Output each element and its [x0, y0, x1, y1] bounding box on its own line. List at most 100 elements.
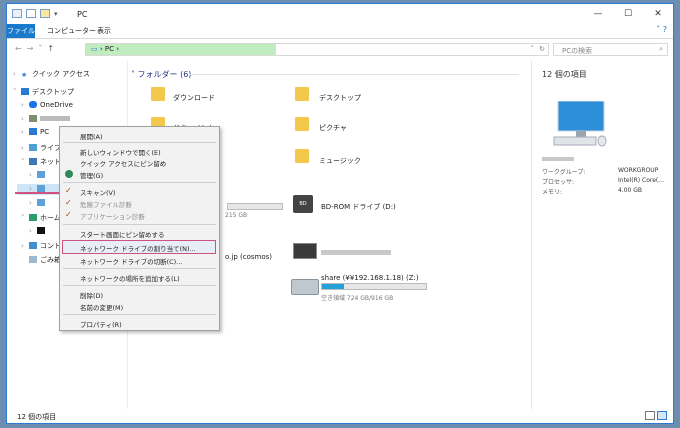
details-pane: 12 個の項目 ワークグループ: WORKGROUP プロセッサ: Intel(…	[531, 61, 675, 409]
local-drive-usage-bar	[227, 203, 283, 210]
nav-recycle-bin[interactable]: ごみ箱	[21, 255, 61, 265]
nav-onedrive[interactable]: › OneDrive	[21, 101, 73, 109]
menu-map-network-drive[interactable]: ネットワーク ドライブの割り当て(N)...	[80, 243, 196, 253]
folder-pictures[interactable]: ピクチャ	[319, 123, 347, 133]
user-icon	[37, 227, 45, 234]
back-icon[interactable]: ←	[15, 44, 27, 53]
navigation-buttons: ←→˅↑	[15, 44, 59, 53]
menu-separator	[63, 285, 216, 286]
address-text: PC	[104, 45, 114, 53]
menu-rename[interactable]: 名前の変更(M)	[80, 302, 123, 312]
music-folder-icon[interactable]	[295, 149, 309, 163]
pc-icon: ▭	[91, 45, 98, 53]
minimize-button[interactable]: —	[583, 4, 613, 24]
menu-delete[interactable]: 削除(D)	[80, 290, 103, 300]
computer-icon	[37, 199, 45, 206]
nav-label: クイック アクセス	[32, 70, 90, 78]
star-icon: ★	[21, 71, 28, 79]
status-count: 12 個の項目	[17, 413, 57, 421]
close-button[interactable]: ✕	[643, 4, 673, 24]
pictures-folder-icon[interactable]	[295, 117, 309, 131]
memory-value: 4.00 GB	[618, 187, 643, 194]
network-location-label[interactable]: o.jp (cosmos)	[225, 253, 272, 261]
nav-label: OneDrive	[40, 101, 73, 109]
maximize-button[interactable]: ☐	[613, 4, 643, 24]
details-view-icon[interactable]	[645, 411, 655, 420]
workgroup-value: WORKGROUP	[618, 167, 659, 174]
large-icons-view-icon[interactable]	[657, 411, 667, 420]
computer-icon	[37, 171, 45, 178]
help-icon[interactable]: ˅ ?	[656, 25, 667, 34]
share-drive-usage-bar	[321, 283, 427, 290]
address-dropdown-icon[interactable]: ˅	[531, 45, 535, 53]
new-folder-icon[interactable]	[40, 9, 50, 18]
menu-separator	[63, 268, 216, 269]
downloads-folder-icon[interactable]	[151, 87, 165, 101]
menu-risky-file-diagnosis[interactable]: 危険ファイル診断	[80, 199, 132, 209]
desktop-icon	[21, 88, 29, 95]
nav-homegroup-user[interactable]: ›	[29, 227, 48, 235]
tab-file[interactable]: ファイル	[7, 24, 35, 38]
blurred-computer-name	[542, 157, 574, 161]
menu-separator	[63, 224, 216, 225]
nav-label: デスクトップ	[32, 88, 74, 96]
folders-heading[interactable]: ˅ フォルダー (6)	[131, 69, 191, 80]
risky-file-icon: ✓	[65, 198, 72, 207]
tab-view[interactable]: 表示	[91, 24, 117, 38]
address-bar[interactable]: ▭ › PC › ˅ ↻	[85, 43, 549, 56]
desktop-folder-icon[interactable]	[295, 87, 309, 101]
app-diagnosis-icon: ✓	[65, 210, 72, 219]
shield-icon	[65, 170, 73, 178]
chevron-down-icon[interactable]: ▾	[54, 10, 58, 18]
cloud-icon	[29, 101, 37, 108]
nav-network-pc-2[interactable]: ›	[29, 185, 48, 193]
bd-drive-icon[interactable]: BD	[293, 195, 313, 213]
menu-scan[interactable]: スキャン(V)	[80, 187, 116, 197]
forward-icon[interactable]: →	[27, 44, 39, 53]
share-drive-label[interactable]: share (¥¥192.168.1.18) (Z:)	[321, 274, 419, 282]
memory-label: メモリ:	[542, 189, 563, 196]
quick-access-toolbar: ▾	[12, 9, 58, 18]
nav-label: ごみ箱	[40, 256, 61, 264]
processor-value: Intel(R) Core(...	[618, 177, 664, 184]
refresh-icon[interactable]: ↻	[539, 45, 545, 53]
control-panel-icon	[29, 242, 37, 249]
up-icon[interactable]: ↑	[47, 44, 59, 53]
menu-add-network-location[interactable]: ネットワークの場所を追加する(L)	[80, 273, 180, 283]
menu-disconnect-network-drive[interactable]: ネットワーク ドライブの切断(C)...	[80, 256, 182, 266]
folders-heading-text: フォルダー (6)	[137, 70, 192, 79]
pc-window-icon	[12, 9, 22, 18]
menu-separator	[63, 182, 216, 183]
menu-open-new-window[interactable]: 新しいウィンドウで開く(E)	[80, 147, 161, 157]
processor-label: プロセッサ:	[542, 179, 575, 186]
menu-expand[interactable]: 展開(A)	[80, 131, 103, 141]
menu-app-diagnosis[interactable]: アプリケーション診断	[80, 211, 145, 221]
folder-music[interactable]: ミュージック	[319, 156, 361, 166]
network-computer-icon[interactable]	[293, 243, 317, 259]
bd-drive-label[interactable]: BD-ROM ドライブ (D:)	[321, 202, 396, 212]
network-drive-icon[interactable]	[291, 279, 319, 295]
nav-quick-access[interactable]: › ★ クイック アクセス	[13, 69, 90, 79]
section-divider	[189, 74, 519, 75]
properties-icon[interactable]	[26, 9, 36, 18]
folder-desktop[interactable]: デスクトップ	[319, 93, 361, 103]
nav-pc[interactable]: › PC	[21, 128, 49, 136]
menu-properties[interactable]: プロパティ(R)	[80, 319, 122, 329]
title-bar: ▾ PC — ☐ ✕	[7, 4, 673, 24]
computer-icon	[553, 101, 607, 147]
nav-user[interactable]: ›	[21, 115, 70, 123]
nav-desktop[interactable]: ˅ デスクトップ	[13, 87, 74, 97]
computer-icon	[37, 185, 45, 192]
menu-pin-quick-access[interactable]: クイック アクセスにピン留め	[80, 158, 166, 168]
ribbon-tabs: ファイル コンピューター 表示 ˅ ?	[7, 24, 673, 39]
menu-pin-start[interactable]: スタート画面にピン留めする	[80, 229, 165, 239]
search-input[interactable]: PCの検索 ⌕	[553, 43, 668, 56]
menu-separator	[63, 142, 216, 143]
nav-network-pc-3[interactable]: ›	[29, 199, 48, 207]
local-drive-size: 215 GB	[225, 212, 248, 219]
network-icon	[29, 158, 37, 165]
nav-network-pc-1[interactable]: ›	[29, 171, 48, 179]
menu-manage[interactable]: 管理(G)	[80, 170, 103, 180]
share-drive-space: 空き領域 724 GB/916 GB	[321, 295, 394, 302]
folder-downloads[interactable]: ダウンロード	[173, 93, 215, 103]
